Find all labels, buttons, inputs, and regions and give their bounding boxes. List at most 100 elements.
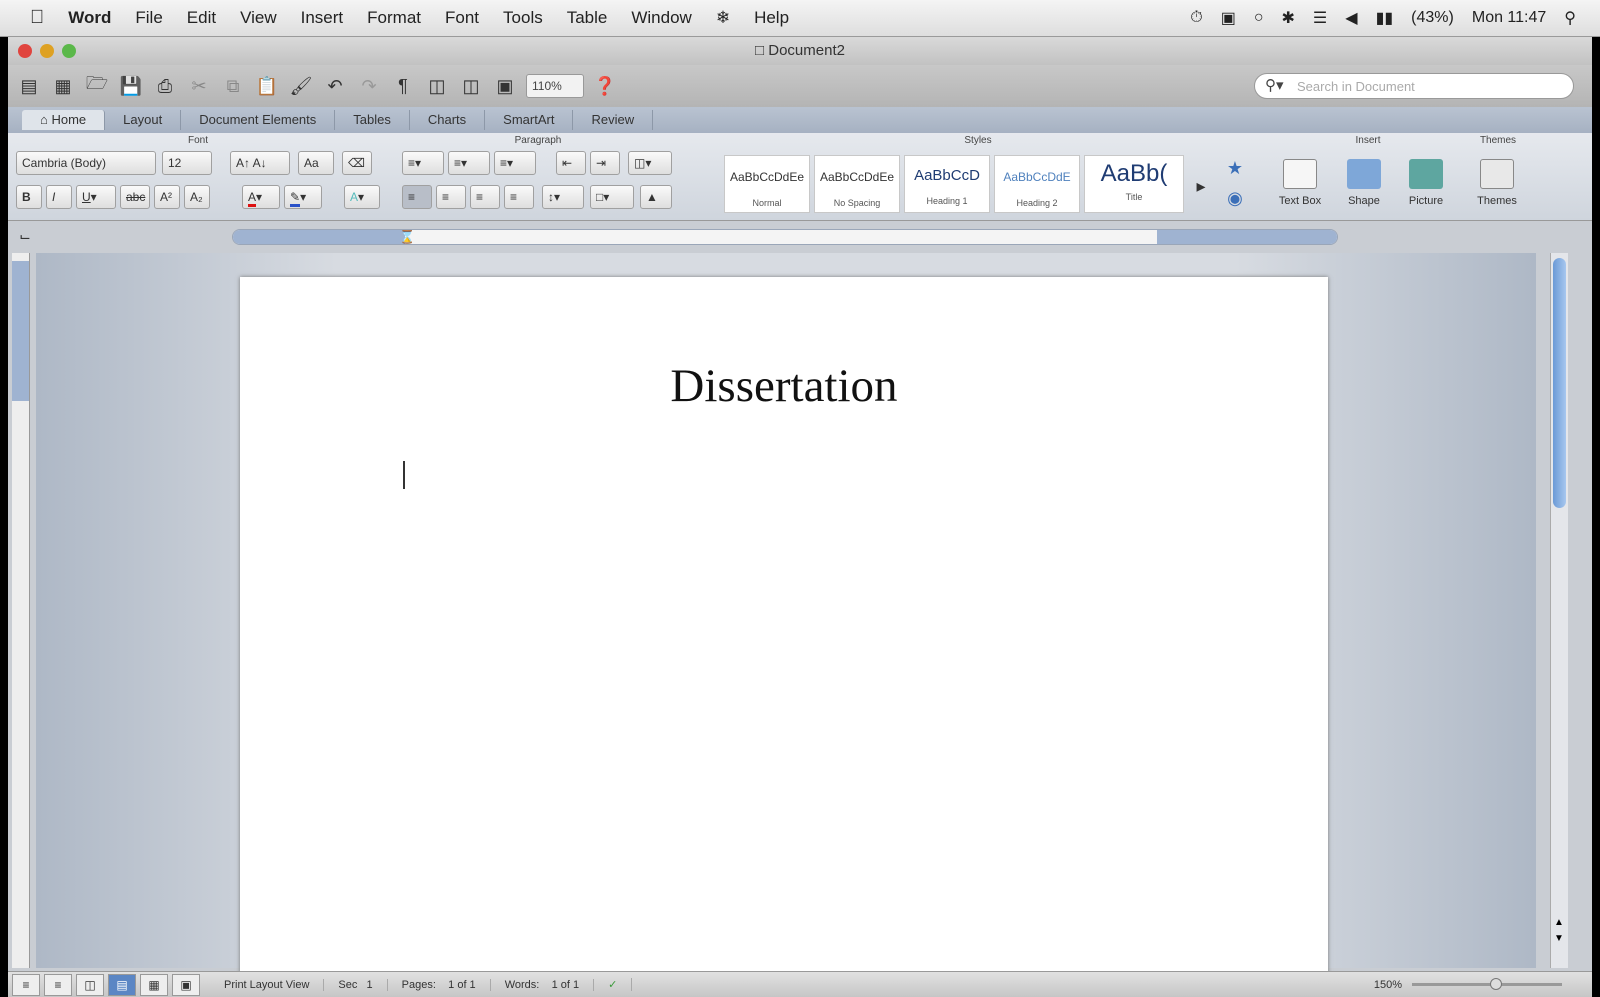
decrease-indent-button[interactable]: ⇤ — [556, 151, 586, 175]
themes-button[interactable]: Themes — [1464, 159, 1530, 207]
insert-text-box[interactable]: Text Box — [1270, 159, 1330, 207]
sidebar-icon[interactable]: ◫ — [424, 73, 450, 99]
style-heading-2[interactable]: AaBbCcDdE Heading 2 — [994, 155, 1080, 213]
display-icon[interactable]: ▣ — [1221, 8, 1236, 28]
menu-edit[interactable]: Edit — [187, 8, 216, 28]
align-left-button[interactable]: ≡ — [402, 185, 432, 209]
style-heading-1[interactable]: AaBbCcD Heading 1 — [904, 155, 990, 213]
battery-percent[interactable]: (43%) — [1411, 9, 1454, 27]
document-title-text[interactable]: Dissertation — [240, 359, 1328, 413]
clear-formatting-button[interactable]: ⌫ — [342, 151, 372, 175]
italic-button[interactable]: I — [46, 185, 72, 209]
paste-icon[interactable]: 📋 — [254, 73, 280, 99]
print-icon[interactable]: ⎙ — [152, 73, 178, 99]
open-folder-icon[interactable]: 🗁 — [84, 73, 110, 99]
menu-file[interactable]: File — [135, 8, 162, 28]
text-effects-button[interactable]: A▾ — [344, 185, 380, 209]
tab-home[interactable]: ⌂ Home — [22, 110, 106, 130]
vertical-ruler[interactable] — [12, 253, 30, 968]
section-indicator[interactable]: Sec 1 — [324, 978, 388, 991]
menu-insert[interactable]: Insert — [301, 8, 344, 28]
justify-button[interactable]: ≡ — [504, 185, 534, 209]
help-icon[interactable]: ❓ — [592, 73, 618, 99]
style-title[interactable]: AaBb( Title — [1084, 155, 1184, 213]
tab-review[interactable]: Review — [573, 110, 654, 130]
tab-stop-icon[interactable]: ⌙ — [12, 223, 38, 249]
search-field[interactable]: ⚲▾ Search in Document — [1254, 73, 1574, 99]
undo-icon[interactable]: ↶ — [322, 73, 348, 99]
font-size-select[interactable]: 12 — [162, 151, 212, 175]
document-page[interactable]: Dissertation — [240, 277, 1328, 977]
print-layout-view-icon[interactable]: ▤ — [108, 973, 136, 996]
script-icon[interactable]: ❄ — [716, 8, 730, 28]
bluetooth-icon[interactable]: ✱ — [1282, 8, 1295, 28]
menu-tools[interactable]: Tools — [503, 8, 543, 28]
outline-view-icon[interactable]: ≡ — [44, 973, 72, 996]
notebook-view-icon[interactable]: ▦ — [140, 973, 168, 996]
align-right-button[interactable]: ≡ — [470, 185, 500, 209]
styles-more-icon[interactable]: ▸ — [1188, 173, 1214, 199]
columns-button[interactable]: ◫▾ — [628, 151, 672, 175]
manage-styles-icon[interactable]: ★ — [1222, 155, 1248, 181]
save-icon[interactable]: 💾 — [118, 73, 144, 99]
draft-view-icon[interactable]: ≡ — [12, 973, 40, 996]
spotlight-icon[interactable]: ⚲ — [1564, 8, 1576, 28]
publishing-view-icon[interactable]: ◫ — [76, 973, 104, 996]
insert-picture[interactable]: Picture — [1396, 159, 1456, 207]
cut-icon[interactable]: ✂ — [186, 73, 212, 99]
zoom-slider-track[interactable] — [1412, 978, 1562, 990]
tab-smartart[interactable]: SmartArt — [485, 110, 574, 130]
font-color-button[interactable]: A▾ — [242, 185, 280, 209]
grow-shrink-font-button[interactable]: A↑ A↓ — [230, 151, 290, 175]
menu-word[interactable]: Word — [68, 8, 111, 28]
shading-button[interactable]: ▲ — [640, 185, 672, 209]
superscript-button[interactable]: A² — [154, 185, 180, 209]
menu-view[interactable]: View — [240, 8, 277, 28]
style-no-spacing[interactable]: AaBbCcDdEe No Spacing — [814, 155, 900, 213]
zoom-slider-knob[interactable] — [1490, 978, 1502, 990]
tab-tables[interactable]: Tables — [335, 110, 410, 130]
clock[interactable]: Mon 11:47 — [1472, 9, 1546, 27]
style-normal[interactable]: AaBbCcDdEe Normal — [724, 155, 810, 213]
highlight-button[interactable]: ✎▾ — [284, 185, 322, 209]
styles-pane-icon[interactable]: ◉ — [1222, 185, 1248, 211]
change-case-button[interactable]: Aa — [298, 151, 334, 175]
spelling-check-icon[interactable]: ✓ — [594, 978, 633, 991]
menu-format[interactable]: Format — [367, 8, 421, 28]
tab-charts[interactable]: Charts — [410, 110, 486, 130]
pages-indicator[interactable]: Pages: 1 of 1 — [388, 978, 491, 991]
words-indicator[interactable]: Words: 1 of 1 — [491, 978, 595, 991]
bullets-button[interactable]: ≡▾ — [402, 151, 444, 175]
tab-document-elements[interactable]: Document Elements — [181, 110, 336, 130]
format-painter-icon[interactable]: 🖌 — [288, 73, 314, 99]
numbering-button[interactable]: ≡▾ — [448, 151, 490, 175]
toolbox-icon[interactable]: ◫ — [458, 73, 484, 99]
copy-icon[interactable]: ⧉ — [220, 73, 246, 99]
redo-icon[interactable]: ↷ — [356, 73, 382, 99]
vertical-scrollbar[interactable]: ▲ ▼ — [1550, 253, 1568, 968]
menu-window[interactable]: Window — [631, 8, 691, 28]
battery-icon[interactable]: ▮▮ — [1376, 8, 1394, 28]
zoom-select[interactable]: 110% — [526, 74, 584, 98]
volume-icon[interactable]: ◀ — [1345, 8, 1357, 28]
indent-marker-icon[interactable]: ⌛ — [399, 230, 415, 244]
strikethrough-button[interactable]: abc — [120, 185, 150, 209]
bold-button[interactable]: B — [16, 185, 42, 209]
media-browser-icon[interactable]: ▣ — [492, 73, 518, 99]
borders-button[interactable]: □▾ — [590, 185, 634, 209]
pilcrow-icon[interactable]: ¶ — [390, 73, 416, 99]
zoom-slider[interactable]: 150% — [1374, 978, 1562, 991]
menu-table[interactable]: Table — [567, 8, 608, 28]
horizontal-ruler[interactable]: ⌛ — [232, 229, 1338, 245]
menu-help[interactable]: Help — [754, 8, 789, 28]
multilevel-list-button[interactable]: ≡▾ — [494, 151, 536, 175]
wifi-icon[interactable]: ☰ — [1313, 8, 1327, 28]
scrollbar-thumb[interactable] — [1553, 258, 1566, 508]
align-center-button[interactable]: ≡ — [436, 185, 466, 209]
increase-indent-button[interactable]: ⇥ — [590, 151, 620, 175]
line-spacing-button[interactable]: ↕▾ — [542, 185, 584, 209]
underline-button[interactable]: U▾ — [76, 185, 116, 209]
new-document-icon[interactable]: ▤ — [16, 73, 42, 99]
full-screen-view-icon[interactable]: ▣ — [172, 973, 200, 996]
scroll-up-icon[interactable]: ▲ — [1554, 917, 1564, 928]
